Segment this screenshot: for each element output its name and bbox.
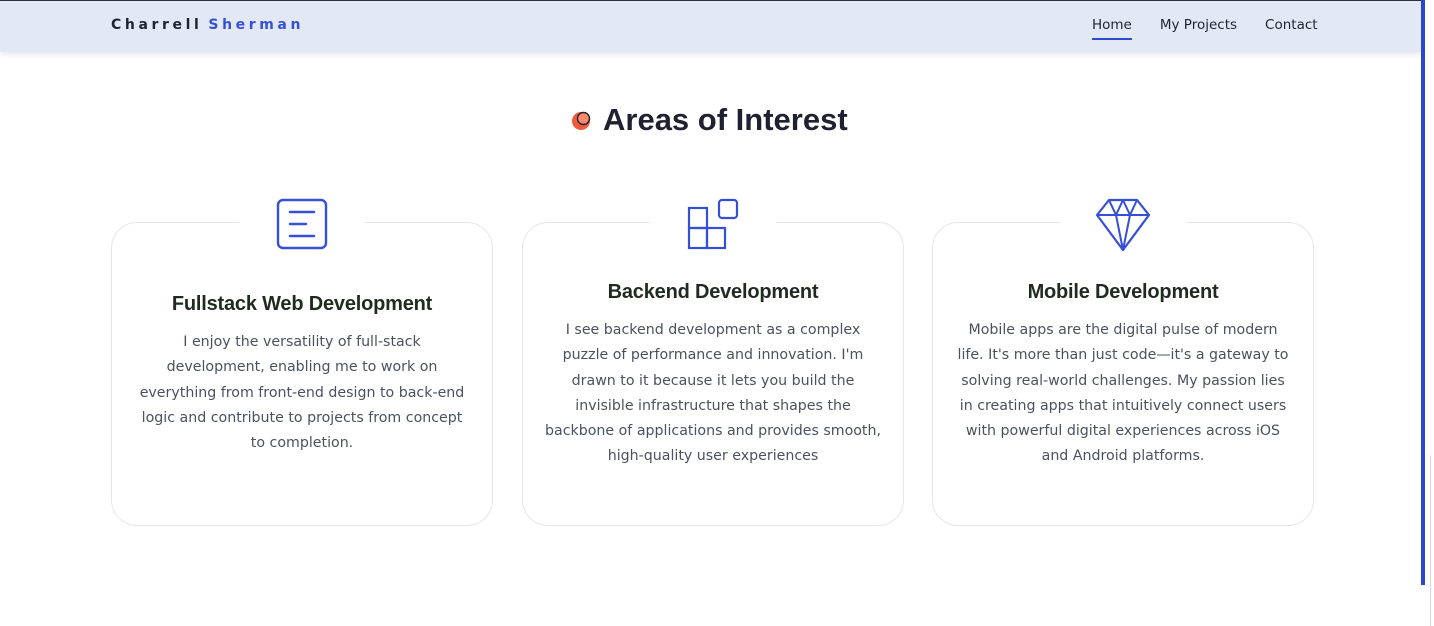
interest-card-fullstack: Fullstack Web Development I enjoy the ve… <box>111 197 493 526</box>
card-title: Fullstack Web Development <box>171 293 433 315</box>
scrollbar-thumb[interactable] <box>1421 0 1425 585</box>
diamond-icon <box>1095 198 1151 252</box>
card-icon-wrap <box>650 197 776 259</box>
section-heading: Areas of Interest <box>571 100 848 140</box>
interest-card-backend: Backend Development I see backend develo… <box>522 197 904 526</box>
card-title: Backend Development <box>607 281 819 303</box>
brand-last-name: Sherman <box>208 17 305 33</box>
document-lines-icon <box>276 198 328 250</box>
blocks-icon <box>687 198 739 250</box>
card-title: Mobile Development <box>1027 281 1219 303</box>
card-description: I enjoy the versatility of full-stack de… <box>139 334 465 452</box>
card-description: Mobile apps are the digital pulse of mod… <box>957 322 1289 465</box>
brand-first-name: Charrell <box>111 17 203 33</box>
scrollbar-divider <box>1430 455 1431 626</box>
nav-home-link[interactable]: Home <box>1092 17 1132 40</box>
card-description: I see backend development as a complex p… <box>545 322 881 465</box>
main-nav: Home My Projects Contact <box>1092 17 1318 40</box>
brand-logo[interactable]: Charrell Sherman <box>111 17 304 33</box>
top-navbar: Charrell Sherman Home My Projects Contact <box>0 0 1421 52</box>
interest-card-mobile: Mobile Development Mobile apps are the d… <box>932 197 1314 526</box>
orange-circle-icon <box>572 111 591 130</box>
card-icon-wrap <box>1060 197 1186 259</box>
section-title: Areas of Interest <box>603 102 848 137</box>
nav-my-projects-link[interactable]: My Projects <box>1160 17 1237 37</box>
card-icon-wrap <box>239 197 365 259</box>
nav-contact-link[interactable]: Contact <box>1265 17 1318 37</box>
